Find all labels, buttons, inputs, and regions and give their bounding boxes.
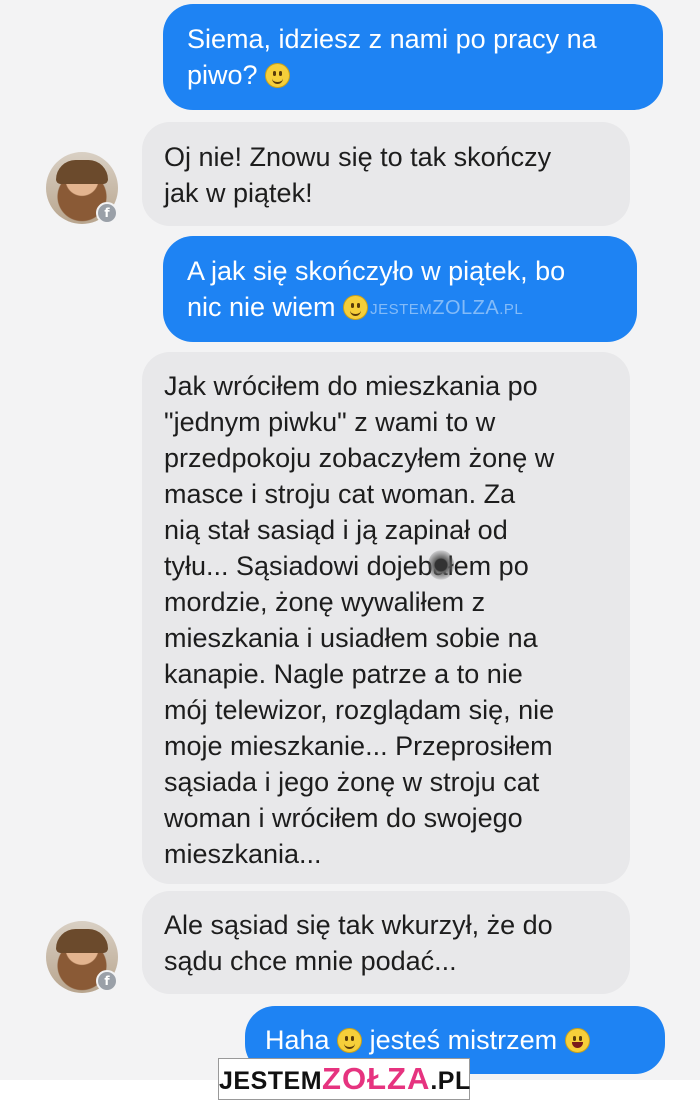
- message-line: mój telewizor, rozglądam się, nie: [164, 695, 555, 725]
- message-line: Jak wróciłem do mieszkania po: [164, 371, 538, 401]
- outgoing-message-2[interactable]: A jak się skończyło w piątek, bo nic nie…: [163, 236, 637, 342]
- message-line: Ale sąsiad się tak wkurzył, że do: [164, 910, 553, 940]
- message-line: "jednym piwku" z wami to w: [164, 407, 496, 437]
- incoming-message-1[interactable]: Oj nie! Znowu się to tak skończy jak w p…: [142, 122, 630, 226]
- message-line: nic nie wiem JESTEMZOLZA.PL: [187, 292, 524, 322]
- message-line: piwo?: [187, 57, 663, 93]
- message-line: mieszkania...: [164, 839, 322, 869]
- censor-smudge: [428, 550, 454, 580]
- message-line: sąsiada i jego żonę w stroju cat: [164, 767, 540, 797]
- message-line: mordzie, żonę wywaliłem z: [164, 587, 486, 617]
- message-line: A jak się skończyło w piątek, bo: [187, 256, 566, 286]
- message-line: przedpokoju zobaczyłem żonę w: [164, 443, 555, 473]
- chat-thread: Siema, idziesz z nami po pracy na piwo? …: [0, 0, 700, 1080]
- message-line: sądu chce mnie podać...: [164, 946, 457, 976]
- watermark-inline: JESTEMZOLZA.PL: [370, 297, 524, 319]
- watermark-logo: JESTEMZOŁZA.PL: [218, 1058, 470, 1100]
- tongue-out-emoji-icon: [564, 1028, 590, 1053]
- outgoing-message-1[interactable]: Siema, idziesz z nami po pracy na piwo?: [163, 4, 663, 110]
- message-line: masce i stroju cat woman. Za: [164, 479, 516, 509]
- facebook-badge-icon: f: [96, 970, 118, 992]
- message-line: jak w piątek!: [164, 178, 313, 208]
- slightly-smiling-emoji-icon: [265, 63, 291, 88]
- message-line: moje mieszkanie... Przeprosiłem: [164, 731, 553, 761]
- incoming-message-2[interactable]: Jak wróciłem do mieszkania po "jednym pi…: [142, 352, 630, 884]
- incoming-message-3[interactable]: Ale sąsiad się tak wkurzył, że do sądu c…: [142, 891, 630, 994]
- message-line: kanapie. Nagle patrze a to nie: [164, 659, 523, 689]
- grinning-emoji-icon: [343, 295, 369, 320]
- grinning-emoji-icon: [337, 1028, 363, 1053]
- message-line: Siema, idziesz z nami po pracy na: [187, 24, 597, 54]
- message-line: mieszkania i usiadłem sobie na: [164, 623, 538, 653]
- message-line: nią stał sasiąd i ją zapinał od: [164, 515, 508, 545]
- facebook-badge-icon: f: [96, 202, 118, 224]
- message-line: woman i wróciłem do swojego: [164, 803, 523, 833]
- message-line: tyłu... Sąsiadowi dojebałem po: [164, 551, 529, 581]
- message-line: Haha jesteś mistrzem: [265, 1022, 665, 1058]
- message-line: Oj nie! Znowu się to tak skończy: [164, 142, 552, 172]
